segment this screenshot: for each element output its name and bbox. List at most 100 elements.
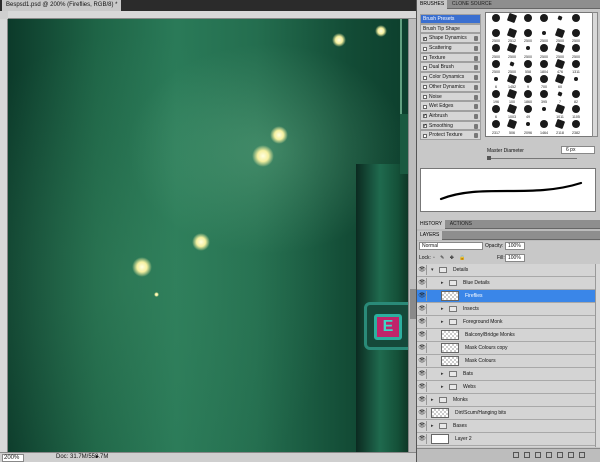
brush-option[interactable]: Smoothing [420, 120, 481, 131]
layer-row[interactable]: 👁 ▸ Insects [417, 303, 595, 316]
brush-preset[interactable]: 2500 [552, 43, 568, 59]
brush-option-checkbox[interactable] [423, 122, 427, 131]
collapse-arrow-icon[interactable]: ▸ [441, 277, 444, 289]
master-diameter-field[interactable]: 6 px [561, 146, 595, 154]
zoom-field[interactable]: 200% [2, 454, 24, 462]
collapse-arrow-icon[interactable]: ▸ [441, 316, 444, 328]
brush-preset[interactable] [568, 74, 584, 89]
brush-preset[interactable]: 2500 [504, 43, 520, 59]
layer-row[interactable]: 👁 ▾ Details [417, 264, 595, 277]
brush-option[interactable]: Airbrush [420, 110, 481, 121]
brush-option-checkbox[interactable] [423, 95, 427, 99]
brush-preset[interactable]: 2500 [568, 28, 584, 43]
brush-option-checkbox[interactable] [423, 104, 427, 109]
brush-preset[interactable]: 2512 [504, 28, 520, 43]
brush-preset[interactable] [568, 13, 584, 28]
visibility-eye-icon[interactable]: 👁 [418, 382, 427, 392]
visibility-eye-icon[interactable]: 👁 [418, 434, 427, 444]
collapse-arrow-icon[interactable]: ▸ [441, 368, 444, 380]
lock-icon[interactable] [474, 123, 478, 129]
brush-option-checkbox[interactable] [423, 56, 427, 61]
brush-preset[interactable]: 2500 [488, 59, 504, 74]
brush-option[interactable]: Texture [420, 52, 481, 63]
brush-preset[interactable] [536, 13, 552, 28]
visibility-eye-icon[interactable]: 👁 [418, 343, 427, 353]
brush-preset[interactable]: 1105 [568, 104, 584, 119]
brush-option[interactable]: Brush Presets [420, 14, 481, 24]
master-diameter-slider[interactable] [487, 156, 577, 160]
brush-option[interactable]: Protect Texture [420, 130, 481, 140]
brush-preset[interactable]: 2118 [552, 119, 568, 135]
expand-arrow-icon[interactable]: ▾ [431, 264, 434, 276]
visibility-eye-icon[interactable]: 👁 [418, 330, 427, 340]
new-layer-icon[interactable] [568, 452, 574, 458]
brush-option-checkbox[interactable] [423, 112, 427, 121]
adjustment-layer-icon[interactable] [546, 452, 552, 458]
layer-row[interactable]: 👁 Layer 2 [417, 433, 595, 446]
brush-preset[interactable]: 196 [488, 89, 504, 104]
brush-preset[interactable]: 2500 [520, 43, 536, 59]
layer-row[interactable]: 👁 ▸ Webs [417, 381, 595, 394]
layer-row[interactable]: 👁 ▸ Monks [417, 394, 595, 407]
lock-icon[interactable] [474, 46, 478, 52]
document-tab[interactable]: Bespsd1.psd @ 200% (Fireflies, RGB/8) * [2, 0, 122, 11]
brush-preset[interactable]: 1311 [568, 59, 584, 74]
visibility-eye-icon[interactable]: 👁 [418, 369, 427, 379]
brush-preset[interactable]: 506 [504, 119, 520, 135]
brush-option-checkbox[interactable] [423, 35, 427, 44]
brush-preset[interactable]: 9 [520, 74, 536, 89]
brush-preset[interactable] [488, 13, 504, 28]
canvas[interactable]: E [8, 19, 408, 452]
slider-knob[interactable] [487, 156, 491, 160]
visibility-eye-icon[interactable]: 👁 [418, 317, 427, 327]
visibility-eye-icon[interactable]: 👁 [418, 278, 427, 288]
lock-icon[interactable] [474, 104, 478, 110]
lock-icon[interactable] [474, 133, 478, 139]
brush-preset[interactable]: 60 [552, 73, 568, 89]
brush-preset[interactable]: 476 [552, 58, 568, 74]
visibility-eye-icon[interactable]: 👁 [418, 395, 427, 405]
brush-preset[interactable]: 1003 [504, 103, 520, 119]
lock-icon[interactable] [474, 55, 478, 61]
layer-row[interactable]: 👁 ▸ Foreground Monk [417, 316, 595, 329]
layer-mask-icon[interactable] [535, 452, 541, 458]
brush-preset[interactable]: 1452 [504, 73, 520, 89]
delete-layer-icon[interactable] [579, 452, 585, 458]
brush-preset[interactable] [536, 104, 552, 119]
brush-preset[interactable] [504, 13, 520, 28]
tab-layers[interactable]: LAYERS [417, 231, 443, 240]
brush-preset[interactable]: 2096 [520, 119, 536, 135]
visibility-eye-icon[interactable]: 👁 [418, 291, 427, 301]
brush-preset[interactable]: 2500 [488, 28, 504, 43]
layer-row[interactable]: 👁 ▸ Bases [417, 420, 595, 433]
brush-preset[interactable]: 1011 [552, 103, 568, 119]
brush-preset[interactable]: 6 [488, 104, 504, 119]
brush-preset[interactable]: 100 [504, 88, 520, 104]
brush-preset[interactable]: 82 [568, 89, 584, 104]
new-group-icon[interactable] [557, 452, 563, 458]
horizontal-ruler[interactable] [8, 11, 416, 19]
collapse-arrow-icon[interactable]: ▸ [441, 303, 444, 315]
brush-option[interactable]: Shape Dynamics [420, 33, 481, 44]
link-layers-icon[interactable] [513, 452, 519, 458]
vertical-ruler[interactable] [0, 19, 8, 452]
tab-clone-source[interactable]: CLONE SOURCE [449, 0, 495, 9]
brush-option[interactable]: Noise [420, 91, 481, 102]
collapse-arrow-icon[interactable]: ▸ [431, 394, 434, 406]
layer-row[interactable]: 👁 Mask Colours copy [417, 342, 595, 355]
brush-preset[interactable]: 2382 [568, 119, 584, 135]
lock-icon[interactable] [474, 94, 478, 100]
brush-preset[interactable]: 2500 [552, 28, 568, 43]
presets-scrollbar[interactable] [592, 12, 598, 137]
brush-preset[interactable]: 395 [536, 89, 552, 104]
brush-preset[interactable]: 2500 [536, 28, 552, 43]
brush-option-checkbox[interactable] [423, 46, 427, 51]
visibility-eye-icon[interactable]: 👁 [418, 421, 427, 431]
layer-row[interactable]: 👁 Mask Colours [417, 355, 595, 368]
lock-icon[interactable] [474, 65, 478, 71]
tab-history[interactable]: HISTORY [417, 220, 446, 229]
brush-option[interactable]: Dual Brush [420, 62, 481, 73]
brush-option-checkbox[interactable] [423, 65, 427, 70]
layer-row[interactable]: 👁 ▸ Blue Details [417, 277, 595, 290]
fill-field[interactable]: 100% [505, 254, 525, 262]
